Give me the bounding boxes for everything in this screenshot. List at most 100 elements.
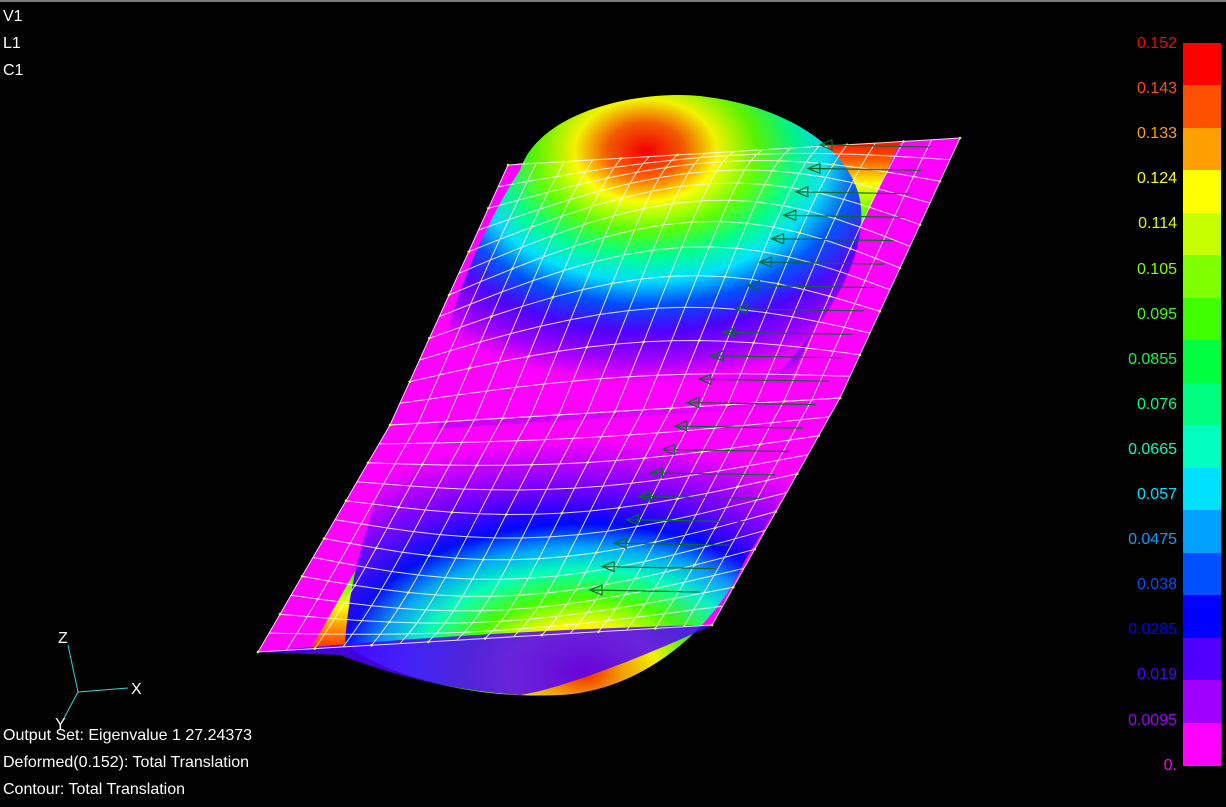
mesh-node bbox=[796, 472, 799, 476]
mesh-node bbox=[752, 341, 755, 345]
mesh-node bbox=[700, 450, 704, 454]
legend-value: 0.057 bbox=[1136, 486, 1177, 503]
mesh-node bbox=[697, 339, 701, 342]
mesh-node bbox=[447, 293, 451, 297]
mesh-node bbox=[693, 563, 696, 567]
mesh-node bbox=[388, 620, 391, 624]
axis-z-label: Z bbox=[58, 630, 68, 647]
mesh-node bbox=[798, 231, 801, 234]
legend-value: 0. bbox=[1163, 756, 1177, 774]
legend-value: 0.0285 bbox=[1128, 621, 1177, 639]
mesh-node bbox=[510, 267, 514, 271]
legend-value: 0.133 bbox=[1136, 125, 1177, 143]
mesh-node bbox=[481, 558, 485, 561]
mesh-node bbox=[256, 650, 260, 654]
mesh-node bbox=[885, 170, 889, 174]
mesh-node bbox=[428, 337, 431, 340]
legend-value: 0.0475 bbox=[1128, 531, 1177, 549]
mesh-node bbox=[563, 160, 566, 163]
mesh-node bbox=[938, 180, 942, 183]
mesh-node bbox=[427, 554, 431, 557]
legend-value: 0.124 bbox=[1136, 170, 1177, 188]
output-set-text: Output Set: Eigenvalue 1 27.24373 bbox=[3, 727, 253, 744]
model-viewport[interactable] bbox=[0, 0, 1226, 807]
mesh-node bbox=[918, 223, 922, 226]
mesh-node bbox=[805, 346, 809, 350]
mesh-node bbox=[557, 413, 561, 417]
mesh-node bbox=[585, 346, 588, 349]
mesh-node bbox=[721, 160, 725, 163]
legend-swatch bbox=[1183, 510, 1221, 554]
mesh-node bbox=[776, 282, 780, 286]
mesh-node bbox=[613, 410, 617, 413]
mesh-node bbox=[763, 183, 767, 186]
mesh-node bbox=[427, 640, 430, 644]
axis-x-label: X bbox=[131, 681, 142, 698]
load-label: L1 bbox=[3, 35, 21, 52]
legend-swatch bbox=[1183, 85, 1221, 129]
legend-swatch bbox=[1183, 297, 1221, 341]
mesh-node bbox=[407, 591, 410, 594]
mesh-node bbox=[650, 189, 654, 193]
mesh-node bbox=[353, 584, 357, 587]
mesh-node bbox=[370, 644, 373, 647]
mesh-node bbox=[789, 146, 792, 150]
mesh-node bbox=[344, 499, 348, 503]
mesh-node bbox=[732, 150, 736, 153]
mesh-node bbox=[546, 190, 550, 194]
mesh-node bbox=[735, 485, 739, 489]
legend-value: 0.143 bbox=[1136, 80, 1177, 98]
legend-swatch bbox=[1183, 43, 1221, 86]
mesh-node bbox=[529, 226, 533, 229]
mesh-node bbox=[504, 513, 508, 516]
mesh-node bbox=[443, 621, 447, 625]
legend-value: 0.152 bbox=[1136, 35, 1177, 52]
mesh-node bbox=[642, 340, 645, 344]
mesh-node bbox=[758, 442, 762, 446]
legend-swatch bbox=[1183, 552, 1221, 596]
mesh-node bbox=[878, 310, 882, 313]
legend-value: 0.0855 bbox=[1128, 350, 1177, 368]
mesh-node bbox=[499, 620, 503, 623]
legend-swatch bbox=[1183, 637, 1221, 681]
legend-swatch bbox=[1183, 680, 1221, 724]
mesh-node bbox=[690, 220, 694, 224]
legend-value: 0.019 bbox=[1136, 666, 1177, 684]
mesh-node bbox=[483, 637, 487, 640]
mesh-node bbox=[475, 464, 479, 467]
legend-swatch bbox=[1183, 595, 1221, 639]
legend-swatch bbox=[1183, 722, 1221, 766]
legend-swatch bbox=[1183, 127, 1221, 171]
mesh-node bbox=[958, 136, 962, 140]
legend-swatch bbox=[1183, 425, 1221, 469]
constraint-label: C1 bbox=[3, 62, 24, 79]
mesh-node bbox=[654, 627, 657, 630]
mesh-node bbox=[586, 461, 589, 464]
mesh-node bbox=[673, 597, 676, 600]
mesh-node bbox=[322, 537, 326, 540]
mesh-node bbox=[530, 463, 534, 467]
mesh-node bbox=[467, 250, 471, 253]
mesh-node bbox=[408, 380, 412, 384]
mesh-node bbox=[461, 594, 465, 598]
mesh-node bbox=[774, 510, 778, 513]
mesh-node bbox=[849, 247, 852, 250]
mesh-node bbox=[594, 551, 598, 555]
mesh-node bbox=[606, 176, 609, 180]
legend-value: 0.038 bbox=[1136, 576, 1177, 594]
legend-swatch bbox=[1183, 255, 1221, 299]
mesh-node bbox=[713, 526, 717, 530]
mesh-node bbox=[551, 296, 554, 299]
mesh-node bbox=[450, 511, 454, 514]
legend-value: 0.095 bbox=[1136, 305, 1177, 323]
mesh-node bbox=[278, 612, 282, 616]
mesh-node bbox=[597, 630, 600, 634]
mesh-node bbox=[676, 153, 679, 157]
mesh-node bbox=[560, 511, 564, 515]
mesh-node bbox=[574, 588, 578, 591]
mesh-node bbox=[868, 205, 871, 209]
legend-value: 0.0095 bbox=[1128, 711, 1177, 729]
contour-legend bbox=[1183, 43, 1221, 766]
legend-swatch bbox=[1183, 382, 1221, 426]
mesh-node bbox=[397, 505, 401, 509]
